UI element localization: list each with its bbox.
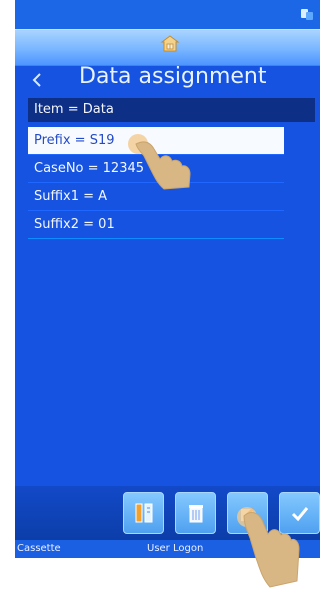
app-screen: Data assignment Item = Data Prefix = S19… bbox=[15, 0, 320, 558]
page-title: Data assignment bbox=[79, 64, 267, 89]
home-icon bbox=[160, 35, 180, 52]
status-bar bbox=[15, 0, 320, 29]
list-item[interactable]: Suffix2 = 01 bbox=[28, 211, 284, 239]
back-icon[interactable] bbox=[31, 72, 43, 88]
pointer-hand-icon bbox=[128, 134, 191, 190]
list-header: Item = Data bbox=[28, 98, 315, 122]
status-icon bbox=[301, 9, 313, 20]
trash-icon bbox=[189, 505, 203, 523]
layout-button[interactable] bbox=[123, 492, 164, 534]
title-bar: Data assignment bbox=[15, 64, 320, 94]
layout-icon bbox=[135, 503, 153, 523]
delete-button[interactable] bbox=[175, 492, 216, 534]
home-button[interactable] bbox=[160, 34, 180, 54]
pointer-hand-icon bbox=[237, 507, 300, 588]
top-bar bbox=[15, 29, 320, 66]
footer-left-label: Cassette bbox=[17, 543, 61, 554]
footer-center-label: User Logon bbox=[147, 543, 204, 554]
